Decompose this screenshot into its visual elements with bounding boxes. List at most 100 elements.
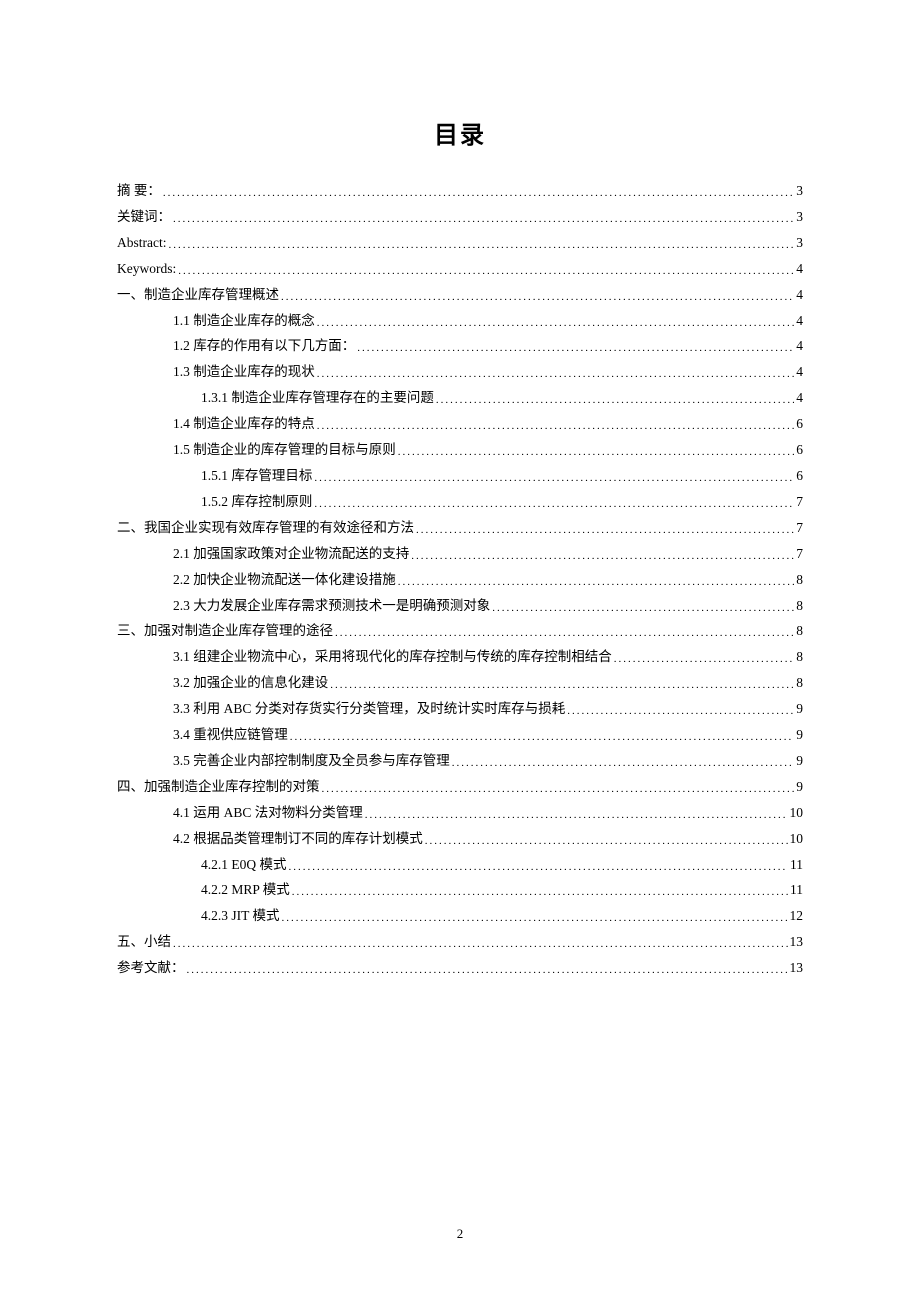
toc-entry[interactable]: 2.3 大力发展企业库存需求预测技术一是明确预测对象 8 <box>117 593 803 619</box>
toc-entry[interactable]: 一、制造企业库存管理概述4 <box>117 282 803 308</box>
toc-entry-label: 4.1 运用 ABC 法对物料分类管理 <box>173 800 363 826</box>
toc-entry-label: 1.1 制造企业库存的概念 <box>173 308 315 334</box>
toc-entry-page: 6 <box>796 411 803 437</box>
toc-entry-label: Keywords: <box>117 256 176 282</box>
toc-entry-label: 4.2.2 MRP 模式 <box>201 877 290 903</box>
toc-entry[interactable]: 3.1 组建企业物流中心，采用将现代化的库存控制与传统的库存控制相结合 8 <box>117 644 803 670</box>
toc-entry-page: 11 <box>790 877 803 903</box>
toc-entry[interactable]: 参考文献：13 <box>117 955 803 981</box>
toc-entry-label: 2.3 大力发展企业库存需求预测技术一是明确预测对象 <box>173 593 490 619</box>
toc-entry-label: 2.1 加强国家政策对企业物流配送的支持 <box>173 541 409 567</box>
toc-entry-label: 关键词： <box>117 204 171 230</box>
toc-title: 目录 <box>117 115 803 150</box>
toc-leader-dots <box>317 309 795 335</box>
toc-leader-dots <box>282 904 788 930</box>
toc-leader-dots <box>290 723 795 749</box>
toc-entry-label: 1.3.1 制造企业库存管理存在的主要问题 <box>201 385 434 411</box>
toc-entry-label: 摘 要： <box>117 178 161 204</box>
toc-leader-dots <box>173 930 788 956</box>
toc-entry[interactable]: Abstract: 3 <box>117 230 803 256</box>
toc-entry-page: 3 <box>796 230 803 256</box>
toc-entry-page: 9 <box>796 774 803 800</box>
toc-entry[interactable]: 三、加强对制造企业库存管理的途径8 <box>117 618 803 644</box>
toc-entry-label: 1.5.1 库存管理目标 <box>201 463 312 489</box>
toc-leader-dots <box>365 801 788 827</box>
toc-entry[interactable]: 4.2.2 MRP 模式 11 <box>117 877 803 903</box>
toc-entry[interactable]: 关键词：3 <box>117 204 803 230</box>
toc-leader-dots <box>314 464 794 490</box>
toc-entry-page: 8 <box>796 644 803 670</box>
toc-leader-dots <box>330 671 794 697</box>
toc-leader-dots <box>317 412 795 438</box>
toc-leader-dots <box>416 516 794 542</box>
toc-entry[interactable]: 1.3.1 制造企业库存管理存在的主要问题 4 <box>117 385 803 411</box>
document-page: 目录 摘 要：3关键词：3Abstract:3Keywords:4一、制造企业库… <box>0 0 920 981</box>
toc-entry[interactable]: 二、我国企业实现有效库存管理的有效途径和方法7 <box>117 515 803 541</box>
toc-entry-label: 3.4 重视供应链管理 <box>173 722 288 748</box>
toc-entry-label: 3.2 加强企业的信息化建设 <box>173 670 328 696</box>
toc-leader-dots <box>173 205 794 231</box>
toc-leader-dots <box>317 360 795 386</box>
toc-entry[interactable]: 2.2 加快企业物流配送一体化建设措施8 <box>117 567 803 593</box>
toc-leader-dots <box>411 542 794 568</box>
toc-entry[interactable]: 1.5.2 库存控制原则7 <box>117 489 803 515</box>
toc-entry-label: 1.5 制造企业的库存管理的目标与原则 <box>173 437 396 463</box>
page-number: 2 <box>0 1226 920 1242</box>
toc-leader-dots <box>289 853 789 879</box>
toc-entry-label: Abstract: <box>117 230 167 256</box>
toc-entry-label: 1.3 制造企业库存的现状 <box>173 359 315 385</box>
toc-entry-label: 一、制造企业库存管理概述 <box>117 282 279 308</box>
toc-entry-page: 4 <box>796 256 803 282</box>
toc-entry-page: 7 <box>796 515 803 541</box>
toc-leader-dots <box>322 775 795 801</box>
toc-entry[interactable]: Keywords: 4 <box>117 256 803 282</box>
toc-entry[interactable]: 3.2 加强企业的信息化建设8 <box>117 670 803 696</box>
toc-entry-label: 四、加强制造企业库存控制的对策 <box>117 774 320 800</box>
toc-entry[interactable]: 1.2 库存的作用有以下几方面：4 <box>117 333 803 359</box>
toc-leader-dots <box>357 334 794 360</box>
toc-leader-dots <box>398 438 795 464</box>
toc-leader-dots <box>163 179 794 205</box>
toc-entry[interactable]: 4.2.3 JIT 模式 12 <box>117 903 803 929</box>
toc-entry[interactable]: 五、小结 13 <box>117 929 803 955</box>
toc-entry[interactable]: 1.4 制造企业库存的特点6 <box>117 411 803 437</box>
toc-entry[interactable]: 4.1 运用 ABC 法对物料分类管理 10 <box>117 800 803 826</box>
toc-entry[interactable]: 4.2 根据品类管理制订不同的库存计划模式 10 <box>117 826 803 852</box>
toc-entry-label: 参考文献： <box>117 955 185 981</box>
toc-entry-page: 4 <box>796 385 803 411</box>
toc-entry-label: 1.2 库存的作用有以下几方面： <box>173 333 355 359</box>
toc-entry-label: 五、小结 <box>117 929 171 955</box>
toc-leader-dots <box>452 749 795 775</box>
toc-entry-page: 10 <box>790 826 804 852</box>
toc-entry-label: 3.5 完善企业内部控制制度及全员参与库存管理 <box>173 748 450 774</box>
toc-entry[interactable]: 1.3 制造企业库存的现状4 <box>117 359 803 385</box>
toc-entry[interactable]: 3.5 完善企业内部控制制度及全员参与库存管理9 <box>117 748 803 774</box>
toc-entry-page: 12 <box>790 903 804 929</box>
toc-entry[interactable]: 1.1 制造企业库存的概念4 <box>117 308 803 334</box>
toc-list: 摘 要：3关键词：3Abstract:3Keywords:4一、制造企业库存管理… <box>117 178 803 981</box>
toc-entry[interactable]: 1.5 制造企业的库存管理的目标与原则 6 <box>117 437 803 463</box>
toc-entry[interactable]: 1.5.1 库存管理目标6 <box>117 463 803 489</box>
toc-entry[interactable]: 四、加强制造企业库存控制的对策 9 <box>117 774 803 800</box>
toc-entry-label: 3.1 组建企业物流中心，采用将现代化的库存控制与传统的库存控制相结合 <box>173 644 612 670</box>
toc-leader-dots <box>178 257 794 283</box>
toc-entry[interactable]: 4.2.1 E0Q 模式 11 <box>117 852 803 878</box>
toc-leader-dots <box>425 827 788 853</box>
toc-leader-dots <box>187 956 788 982</box>
toc-leader-dots <box>492 594 794 620</box>
toc-entry-page: 13 <box>790 929 804 955</box>
toc-entry-page: 8 <box>796 593 803 619</box>
toc-entry[interactable]: 2.1 加强国家政策对企业物流配送的支持7 <box>117 541 803 567</box>
toc-entry[interactable]: 3.3 利用 ABC 分类对存货实行分类管理，及时统计实时库存与损耗 9 <box>117 696 803 722</box>
toc-entry[interactable]: 摘 要：3 <box>117 178 803 204</box>
toc-leader-dots <box>292 878 788 904</box>
toc-entry-label: 1.5.2 库存控制原则 <box>201 489 312 515</box>
toc-entry-page: 6 <box>796 437 803 463</box>
toc-leader-dots <box>169 231 795 257</box>
toc-entry[interactable]: 3.4 重视供应链管理9 <box>117 722 803 748</box>
toc-leader-dots <box>281 283 794 309</box>
toc-entry-label: 3.3 利用 ABC 分类对存货实行分类管理，及时统计实时库存与损耗 <box>173 696 565 722</box>
toc-leader-dots <box>614 645 795 671</box>
toc-entry-label: 4.2.1 E0Q 模式 <box>201 852 287 878</box>
toc-entry-label: 4.2 根据品类管理制订不同的库存计划模式 <box>173 826 423 852</box>
